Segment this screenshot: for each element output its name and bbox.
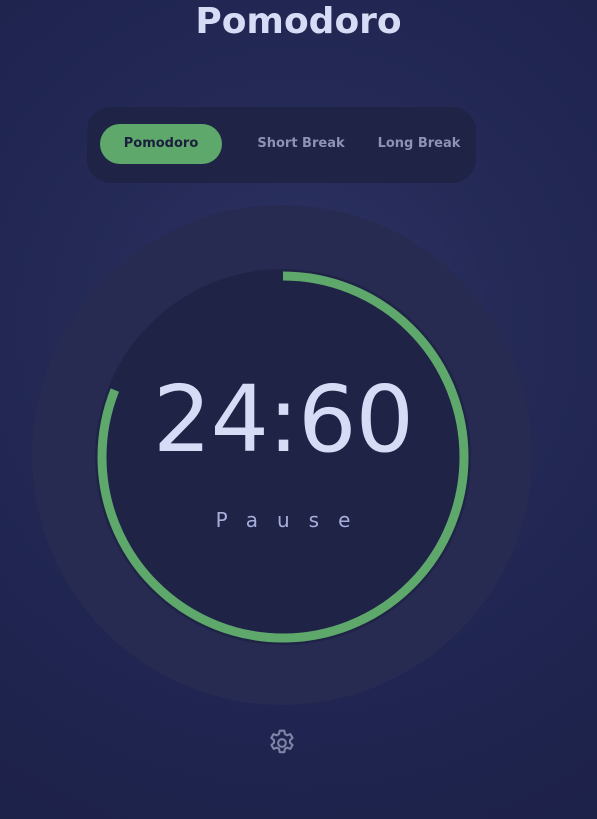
tab-pomodoro[interactable]: Pomodoro (100, 124, 222, 164)
mode-switcher: Pomodoro Short Break Long Break (87, 107, 476, 183)
app-title: Pomodoro (195, 1, 402, 42)
settings-button[interactable] (266, 727, 298, 759)
pause-button[interactable]: Pause (95, 508, 471, 532)
gear-icon (270, 729, 294, 754)
tab-short-break[interactable]: Short Break (245, 124, 357, 164)
time-remaining: 24:60 (152, 366, 414, 473)
tab-long-break[interactable]: Long Break (369, 124, 469, 164)
